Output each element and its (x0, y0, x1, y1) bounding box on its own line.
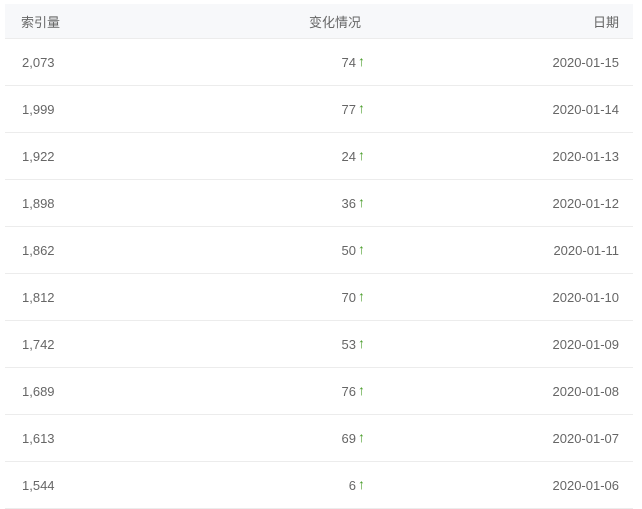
table-row: 1,544 6 ↑ 2020-01-06 (5, 462, 633, 509)
row-change: 53 ↑ (342, 321, 365, 367)
row-index-value: 1,689 (22, 383, 55, 399)
arrow-up-icon: ↑ (358, 100, 365, 116)
table-row: 1,742 53 ↑ 2020-01-09 (5, 321, 633, 368)
arrow-up-icon: ↑ (358, 382, 365, 398)
arrow-up-icon: ↑ (358, 335, 365, 351)
row-change-value: 76 (341, 383, 356, 399)
row-date-value: 2020-01-13 (552, 148, 620, 164)
row-date-value: 2020-01-06 (552, 477, 620, 493)
row-change: 24 ↑ (342, 133, 365, 179)
header-index: 索引量 (21, 14, 61, 30)
row-index-value: 1,862 (22, 242, 55, 258)
arrow-up-icon: ↑ (358, 147, 365, 163)
table-row: 1,898 36 ↑ 2020-01-12 (5, 180, 633, 227)
table-row: 1,999 77 ↑ 2020-01-14 (5, 86, 633, 133)
header-change: 变化情况 (308, 14, 361, 30)
row-change-value: 6 (348, 477, 356, 493)
row-change-value: 50 (341, 242, 356, 258)
row-change: 36 ↑ (342, 180, 365, 226)
arrow-up-icon: ↑ (358, 241, 365, 257)
row-change-value: 24 (341, 148, 356, 164)
row-date-value: 2020-01-11 (553, 242, 619, 258)
row-change: 74 ↑ (342, 39, 365, 85)
row-change: 6 ↑ (349, 462, 365, 508)
row-index-value: 1,812 (22, 289, 55, 305)
row-change-value: 77 (341, 101, 356, 117)
row-change-value: 74 (341, 54, 356, 70)
row-date-value: 2020-01-09 (552, 336, 620, 352)
row-change-value: 70 (341, 289, 356, 305)
table-row: 1,613 69 ↑ 2020-01-07 (5, 415, 633, 462)
row-change-value: 69 (341, 430, 356, 446)
arrow-up-icon: ↑ (358, 476, 365, 492)
row-change: 70 ↑ (342, 274, 365, 320)
row-date-value: 2020-01-12 (552, 195, 620, 211)
arrow-up-icon: ↑ (358, 429, 365, 445)
table-row: 2,073 74 ↑ 2020-01-15 (5, 39, 633, 86)
table-row: 1,922 24 ↑ 2020-01-13 (5, 133, 633, 180)
table-row: 1,689 76 ↑ 2020-01-08 (5, 368, 633, 415)
row-index-value: 1,898 (22, 195, 55, 211)
table-header: 索引量 变化情况 日期 (5, 4, 633, 39)
row-change: 50 ↑ (342, 227, 365, 273)
arrow-up-icon: ↑ (358, 53, 365, 69)
table-row: 1,862 50 ↑ 2020-01-11 (5, 227, 633, 274)
table-row: 1,812 70 ↑ 2020-01-10 (5, 274, 633, 321)
row-index-value: 1,999 (22, 101, 55, 117)
row-index-value: 1,613 (22, 430, 55, 446)
arrow-up-icon: ↑ (358, 194, 365, 210)
row-date-value: 2020-01-07 (552, 430, 620, 446)
row-index-value: 1,544 (22, 477, 55, 493)
row-date-value: 2020-01-14 (552, 101, 620, 117)
row-date-value: 2020-01-08 (552, 383, 620, 399)
row-index-value: 1,922 (22, 148, 55, 164)
row-index-value: 1,742 (22, 336, 55, 352)
row-index-value: 2,073 (22, 54, 55, 70)
row-date-value: 2020-01-15 (552, 54, 620, 70)
row-change-value: 53 (341, 336, 356, 352)
arrow-up-icon: ↑ (358, 288, 365, 304)
row-change-value: 36 (341, 195, 356, 211)
row-change: 77 ↑ (342, 86, 365, 132)
header-date: 日期 (592, 14, 619, 30)
row-date-value: 2020-01-10 (552, 289, 620, 305)
row-change: 69 ↑ (342, 415, 365, 461)
index-table: 索引量 变化情况 日期 2,073 74 ↑ 2020-01-15 1,999 … (5, 4, 633, 509)
row-change: 76 ↑ (342, 368, 365, 414)
